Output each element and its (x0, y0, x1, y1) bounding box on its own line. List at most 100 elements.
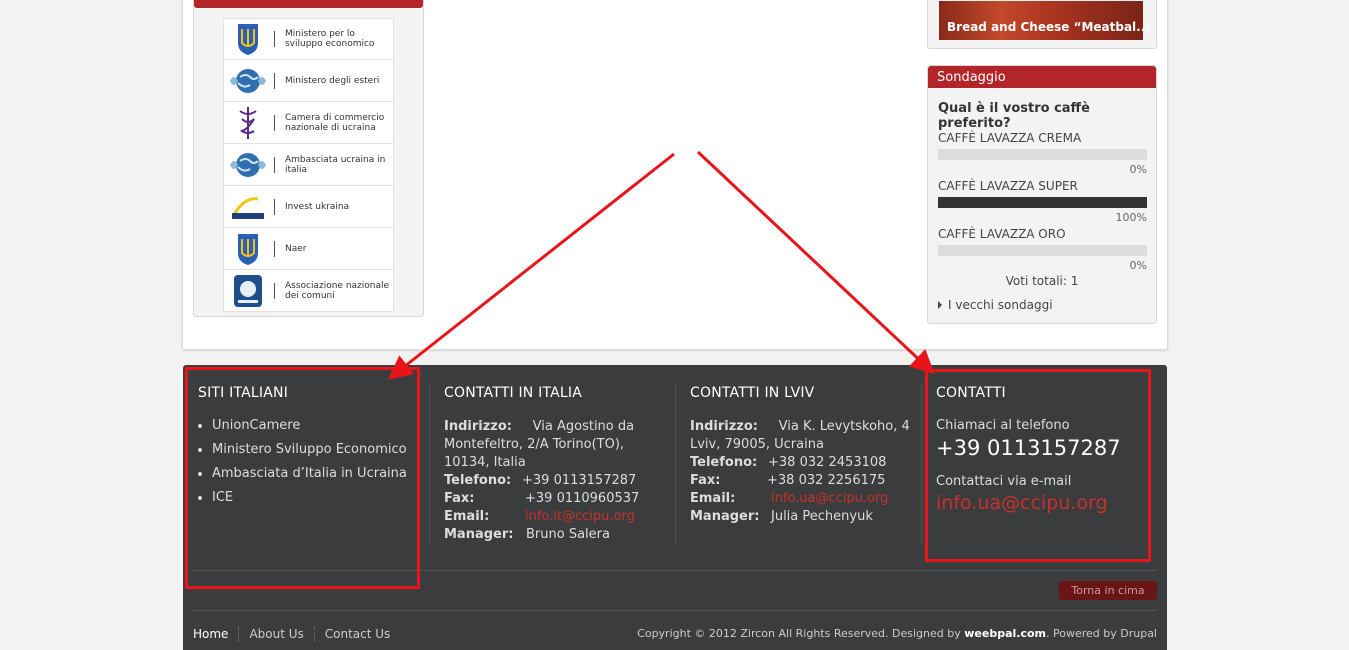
partner-label: Associazione nazionale dei comuni (284, 280, 390, 301)
poll-option-label: CAFFÈ LAVAZZA SUPER (938, 179, 1078, 193)
column-divider (675, 385, 676, 543)
globe-icon (230, 152, 266, 177)
recipe-caption[interactable]: Bread and Cheese “Meatbal... (947, 20, 1150, 34)
phone-value: +39 0113157287 (522, 473, 637, 488)
fax-line: Fax: +38 032 2256175 (690, 472, 910, 490)
old-polls-label: I vecchi sondaggi (948, 298, 1053, 312)
footer-col-title: CONTATTI IN LVIV (690, 385, 815, 401)
separator (274, 114, 275, 131)
poll-option-fill (938, 197, 1147, 208)
poll-option-percent: 100% (1115, 211, 1147, 224)
footer-col-contacts-italy: CONTATTI IN ITALIA Indirizzo: Via Agosti… (444, 385, 644, 544)
fax-value: +38 032 2256175 (767, 473, 886, 488)
email-label: Email: (444, 509, 490, 524)
poll-option-bar (938, 245, 1147, 256)
contact-details: Indirizzo: Via K. Levytskoho, 4 Lviv, 79… (690, 418, 910, 526)
partner-link-ministero-esteri[interactable]: Ministero degli esteri (223, 60, 394, 102)
phone-value: +38 032 2453108 (768, 455, 887, 470)
manager-line: Manager: Bruno Salera (444, 526, 644, 544)
designer-link[interactable]: weebpal.com (964, 627, 1046, 640)
poll-option: CAFFÈ LAVAZZA ORO 0% (938, 227, 1147, 272)
manager-line: Manager: Julia Pechenyuk (690, 508, 910, 526)
partner-label: Ministero degli esteri (284, 75, 380, 86)
partner-label: Ambasciata ucraina in italia (284, 154, 386, 175)
fax-value: +39 0110960537 (525, 491, 640, 506)
copyright: Copyright © 2012 Zircon All Rights Reser… (637, 627, 1157, 640)
fax-label: Fax: (444, 491, 475, 506)
address-label: Indirizzo: (444, 419, 512, 434)
footer-nav-home[interactable]: Home (193, 627, 238, 641)
separator (274, 72, 275, 89)
footer-nav-contact[interactable]: Contact Us (313, 627, 401, 641)
annotation-box-left (185, 367, 420, 589)
fax-label: Fax: (690, 473, 721, 488)
separator (274, 31, 275, 47)
poll-option: CAFFÈ LAVAZZA CREMA 0% (938, 131, 1147, 176)
column-divider (429, 385, 430, 543)
trident-icon (238, 233, 258, 265)
manager-value: Julia Pechenyuk (771, 509, 873, 524)
address-line: Indirizzo: Via K. Levytskoho, 4 Lviv, 79… (690, 418, 910, 454)
annotation-box-right (925, 369, 1151, 562)
partner-link-ambasciata-ucraina[interactable]: Ambasciata ucraina in italia (223, 144, 394, 186)
partner-label: Naer (284, 243, 307, 254)
email-line: Email: info.ua@ccipu.org (690, 490, 910, 508)
back-to-top-button[interactable]: Torna in cima (1059, 581, 1157, 600)
trident-icon (238, 24, 258, 55)
poll-option: CAFFÈ LAVAZZA SUPER 100% (938, 179, 1147, 224)
triangle-right-icon (938, 301, 942, 309)
address-line: Indirizzo: Via Agostino da Montefeltro, … (444, 418, 644, 472)
phone-line: Telefono: +39 0113157287 (444, 472, 644, 490)
footer-nav: Home About Us Contact Us (193, 627, 400, 641)
poll-option-bar (938, 149, 1147, 160)
poll-option-label: CAFFÈ LAVAZZA CREMA (938, 131, 1082, 145)
separator (274, 156, 275, 173)
email-label: Email: (690, 491, 736, 506)
globe-icon (230, 68, 266, 93)
phone-line: Telefono: +38 032 2453108 (690, 454, 910, 472)
poll-question: Qual è il vostro caffè preferito? (938, 101, 1090, 131)
email-link[interactable]: info.it@ccipu.org (525, 509, 635, 524)
partner-link-invest-ukraina[interactable]: Invest ukraina (223, 186, 394, 228)
contact-details: Indirizzo: Via Agostino da Montefeltro, … (444, 418, 644, 544)
partners-block-header (194, 0, 423, 8)
partner-label: Ministero per lo sviluppo economico (284, 29, 375, 49)
emblem-icon (234, 274, 262, 307)
phone-label: Telefono: (444, 473, 512, 488)
partners-list: Ministero per lo sviluppo economico Mini… (223, 18, 394, 312)
manager-value: Bruno Salera (526, 527, 610, 542)
recipe-image[interactable]: Bread and Cheese “Meatbal... (939, 1, 1150, 40)
partner-label: Camera di commercio nazionale di ucraina (284, 112, 385, 133)
partners-block: Ministero per lo sviluppo economico Mini… (193, 0, 424, 317)
old-polls-link[interactable]: I vecchi sondaggi (938, 298, 1053, 312)
poll-option-label: CAFFÈ LAVAZZA ORO (938, 227, 1066, 241)
column-divider (921, 385, 922, 543)
footer-divider (193, 610, 1157, 611)
invest-logo-icon (232, 196, 264, 219)
poll-title: Sondaggio (928, 66, 1156, 88)
manager-label: Manager: (444, 527, 514, 542)
partner-link-associazione-comuni[interactable]: Associazione nazionale dei comuni (223, 270, 394, 312)
email-link[interactable]: info.ua@ccipu.org (771, 491, 888, 506)
partner-label: Invest ukraina (284, 201, 350, 212)
phone-label: Telefono: (690, 455, 758, 470)
partner-link-ministero-sviluppo[interactable]: Ministero per lo sviluppo economico (223, 18, 394, 60)
poll-block: Sondaggio Qual è il vostro caffè preferi… (927, 65, 1157, 324)
poll-total-votes: Voti totali: 1 (1005, 274, 1079, 288)
caduceus-icon (239, 106, 257, 139)
separator (274, 282, 275, 299)
poll-option-bar (938, 197, 1147, 208)
manager-label: Manager: (690, 509, 760, 524)
partner-link-camera-commercio[interactable]: Camera di commercio nazionale di ucraina (223, 102, 394, 144)
partner-link-naer[interactable]: Naer (223, 228, 394, 270)
footer-nav-about[interactable]: About Us (238, 627, 313, 641)
copyright-text: Copyright © 2012 Zircon All Rights Reser… (637, 627, 965, 640)
poll-option-percent: 0% (1129, 259, 1147, 272)
separator (274, 198, 275, 215)
footer-col-contacts-lviv: CONTATTI IN LVIV Indirizzo: Via K. Levyt… (690, 385, 910, 526)
separator (274, 240, 275, 257)
email-line: Email: info.it@ccipu.org (444, 508, 644, 526)
fax-line: Fax: +39 0110960537 (444, 490, 644, 508)
copyright-tail: . Powered by Drupal (1046, 627, 1157, 640)
footer-col-title: CONTATTI IN ITALIA (444, 385, 582, 401)
